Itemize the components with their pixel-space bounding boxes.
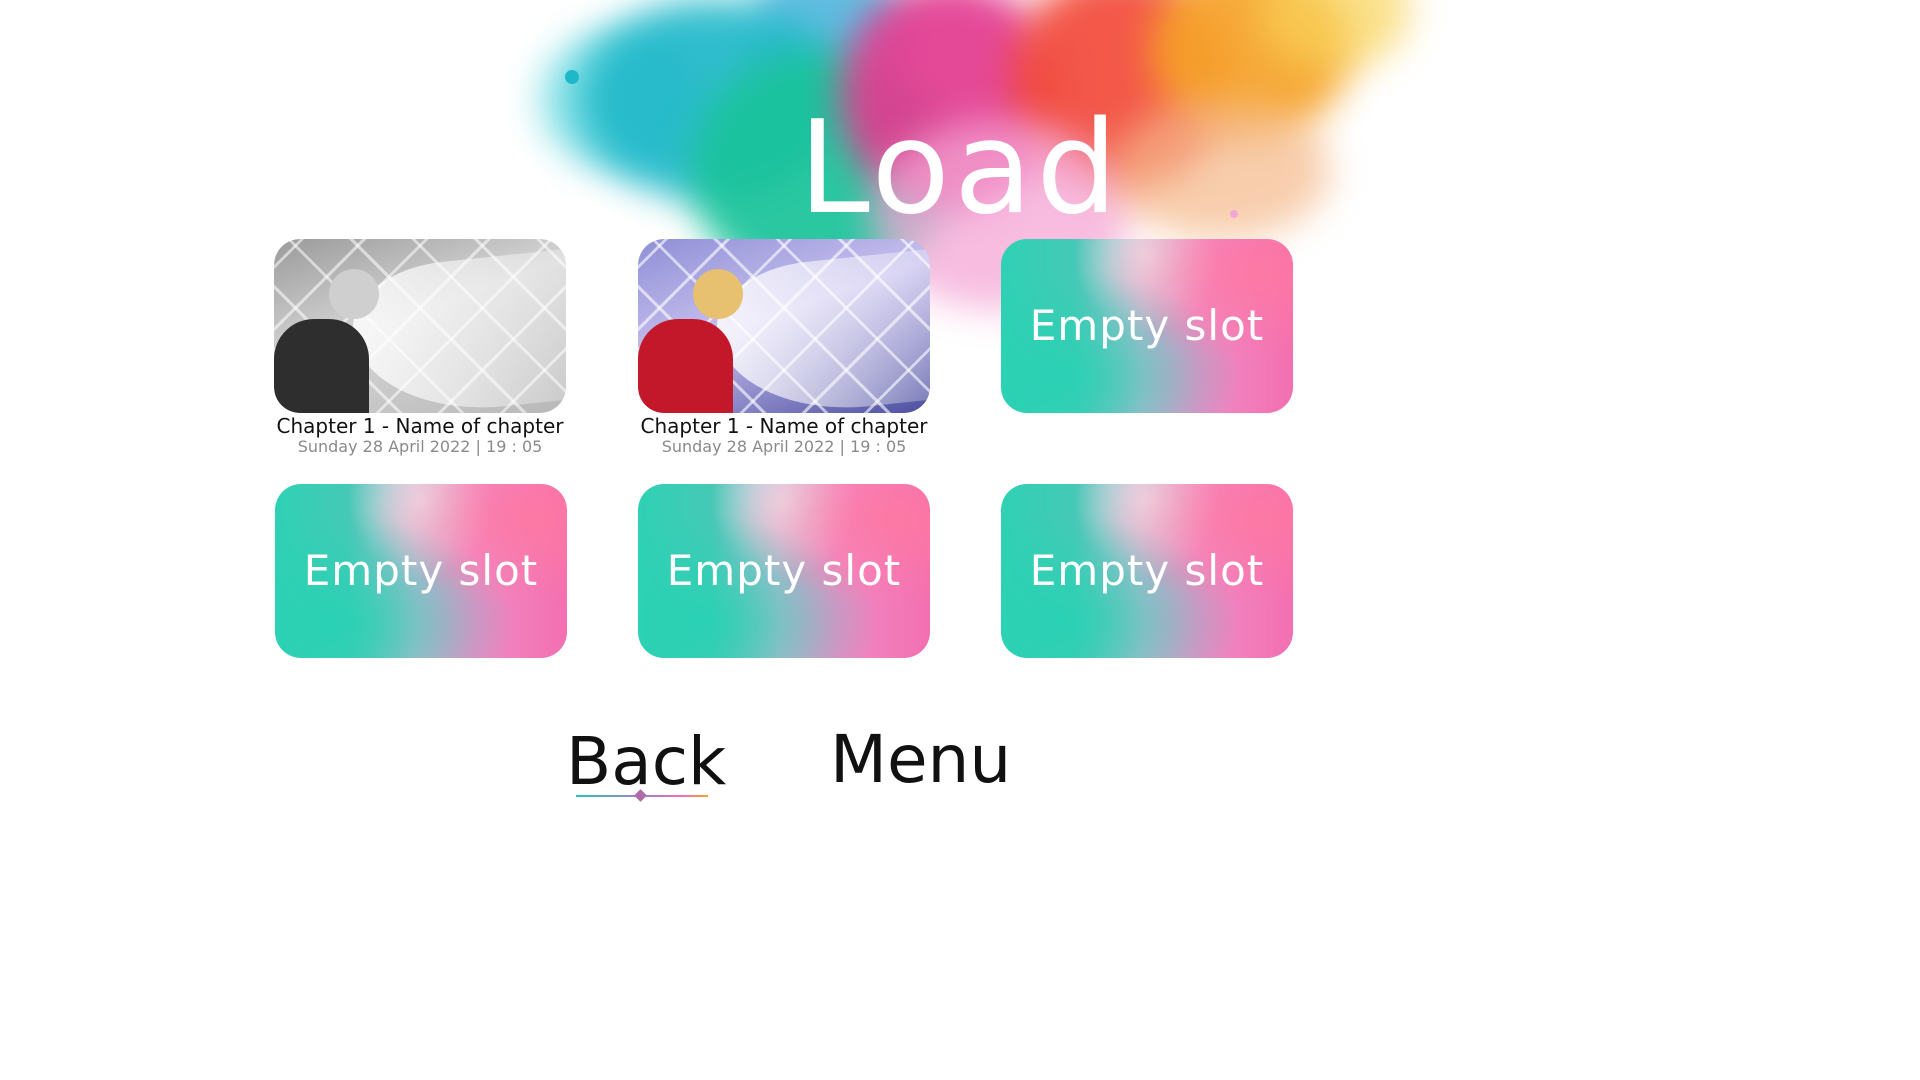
- empty-slot-label: Empty slot: [1029, 546, 1265, 595]
- load-screen: Load Chapter 1 - Name of chapter Sunday …: [0, 0, 1920, 1080]
- save-slot-6[interactable]: Empty slot: [1001, 484, 1293, 658]
- slot-title: Chapter 1 - Name of chapter: [640, 414, 928, 438]
- slot-date: Sunday 28 April 2022 | 19 : 05: [661, 437, 907, 456]
- menu-button[interactable]: Menu: [830, 720, 1011, 800]
- slot-1-caption: Chapter 1 - Name of chapter Sunday 28 Ap…: [274, 414, 566, 456]
- empty-slot-label: Empty slot: [303, 546, 539, 595]
- save-slot-1[interactable]: [274, 239, 566, 413]
- slot-date: Sunday 28 April 2022 | 19 : 05: [297, 437, 543, 456]
- save-slot-5[interactable]: Empty slot: [638, 484, 930, 658]
- empty-slot-label: Empty slot: [666, 546, 902, 595]
- save-slot-4[interactable]: Empty slot: [275, 484, 567, 658]
- slot-title: Chapter 1 - Name of chapter: [276, 414, 564, 438]
- page-title: Load: [798, 93, 1122, 243]
- slot-2-caption: Chapter 1 - Name of chapter Sunday 28 Ap…: [638, 414, 930, 456]
- slot-thumbnail: [274, 239, 566, 413]
- back-button[interactable]: Back: [566, 722, 726, 802]
- empty-slot-label: Empty slot: [1029, 301, 1265, 350]
- save-slot-3[interactable]: Empty slot: [1001, 239, 1293, 413]
- slot-thumbnail: [638, 239, 930, 413]
- save-slot-2[interactable]: [638, 239, 930, 413]
